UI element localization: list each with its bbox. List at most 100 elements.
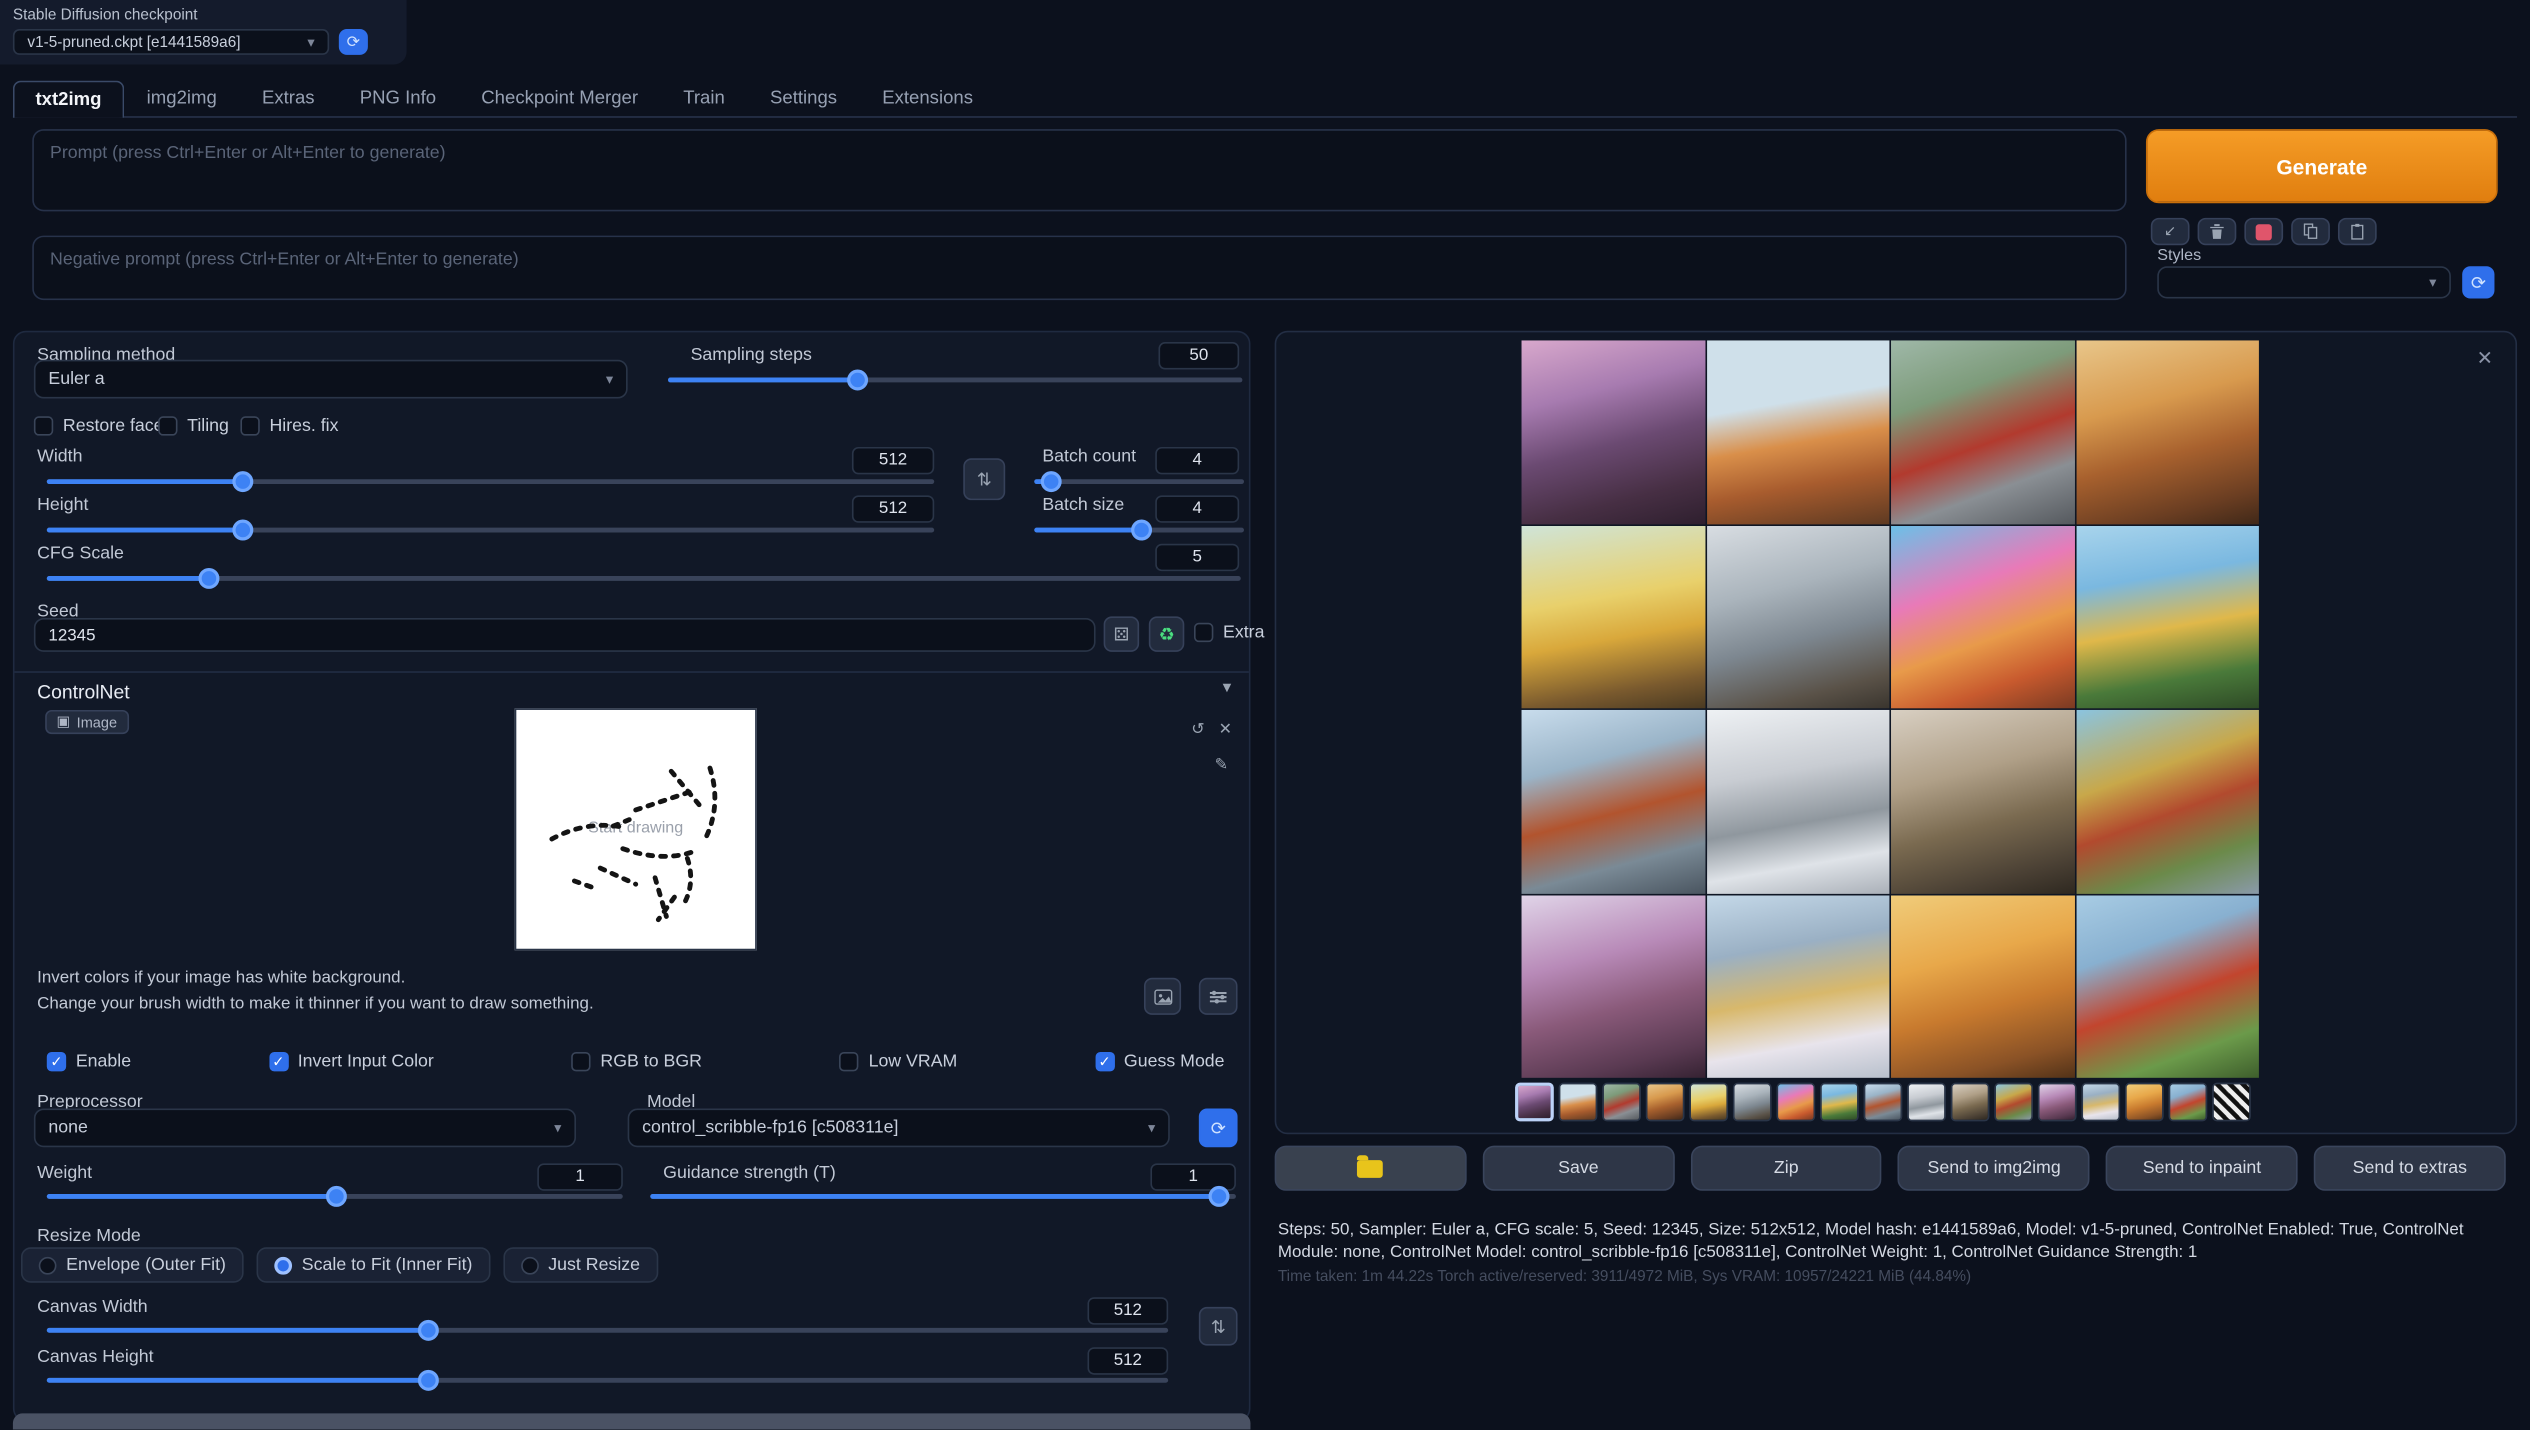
script-section-collapsed[interactable] (13, 1413, 1251, 1429)
gallery-image[interactable] (1706, 710, 1889, 893)
gallery-image[interactable] (1891, 710, 2074, 893)
preprocessor-select[interactable]: none ▾ (34, 1108, 576, 1147)
random-seed-button[interactable]: ⚄ (1104, 616, 1139, 651)
styles-select[interactable]: ▾ (2157, 266, 2451, 298)
send-to-extras-button[interactable]: Send to extras (2314, 1146, 2506, 1191)
checkbox-guess-mode[interactable]: ✓Guess Mode (1095, 1052, 1225, 1071)
tab-Extensions[interactable]: Extensions (860, 79, 996, 116)
sampling-steps-value[interactable] (1158, 341, 1239, 368)
checkpoint-refresh-button[interactable]: ⟳ (339, 29, 368, 55)
gallery-image[interactable] (1522, 710, 1705, 893)
gallery-thumbnail[interactable] (1515, 1083, 1554, 1122)
tab-Settings[interactable]: Settings (747, 79, 859, 116)
canvas-settings-button[interactable] (1199, 978, 1238, 1015)
tiling-checkbox[interactable]: Tiling (158, 416, 229, 435)
sampling-method-select[interactable]: Euler a ▾ (34, 360, 628, 399)
radio-scale-to-fit-inner-fit-[interactable]: Scale to Fit (Inner Fit) (257, 1247, 491, 1282)
batch-size-slider[interactable] (1034, 518, 1244, 541)
gallery-thumbnail[interactable] (1864, 1083, 1903, 1122)
gallery-image[interactable] (1891, 340, 2074, 523)
delete-style-button[interactable] (2244, 218, 2283, 245)
controlnet-collapse-button[interactable]: ▼ (1220, 679, 1234, 695)
controlnet-model-select[interactable]: control_scribble-fp16 [c508311e] ▾ (628, 1108, 1170, 1147)
canvas-height-slider[interactable] (47, 1368, 1168, 1391)
gallery-image[interactable] (2076, 525, 2259, 708)
canvas-undo-button[interactable]: ↺ (1188, 720, 1209, 741)
tab-txt2img[interactable]: txt2img (13, 81, 124, 118)
gallery-image[interactable] (1522, 340, 1705, 523)
gallery-thumbnail[interactable] (1820, 1083, 1859, 1122)
reuse-seed-button[interactable]: ♻ (1149, 616, 1184, 651)
gallery-thumbnail[interactable] (1733, 1083, 1772, 1122)
gallery-thumbnail[interactable] (2212, 1083, 2251, 1122)
gallery-thumbnail[interactable] (2081, 1083, 2120, 1122)
checkbox-enable[interactable]: ✓Enable (47, 1052, 131, 1071)
sampling-steps-slider[interactable] (668, 368, 1242, 391)
send-to-inpaint-button[interactable]: Send to inpaint (2106, 1146, 2298, 1191)
cfg-scale-slider[interactable] (47, 566, 1241, 589)
tab-Extras[interactable]: Extras (239, 79, 337, 116)
save-style-button[interactable] (2338, 218, 2377, 245)
gallery-thumbnail[interactable] (1559, 1083, 1598, 1122)
tab-PNG Info[interactable]: PNG Info (337, 79, 459, 116)
tab-Checkpoint Merger[interactable]: Checkpoint Merger (459, 79, 661, 116)
batch-count-slider[interactable] (1034, 470, 1244, 493)
generate-button[interactable]: Generate (2146, 129, 2498, 203)
zip-button[interactable]: Zip (1690, 1146, 1882, 1191)
checkbox-invert-input-color[interactable]: ✓Invert Input Color (269, 1052, 434, 1071)
gallery-thumbnail[interactable] (2038, 1083, 2077, 1122)
weight-slider[interactable] (47, 1184, 623, 1207)
gallery-thumbnail[interactable] (1689, 1083, 1728, 1122)
tab-img2img[interactable]: img2img (124, 79, 239, 116)
gallery-image[interactable] (2076, 895, 2259, 1078)
send-to-img2img-button[interactable]: Send to img2img (1898, 1146, 2090, 1191)
guidance-strength-slider[interactable] (650, 1184, 1236, 1207)
canvas-clear-button[interactable]: ✕ (1215, 720, 1236, 741)
gallery-thumbnail[interactable] (1994, 1083, 2033, 1122)
save-button[interactable]: Save (1483, 1146, 1675, 1191)
width-slider[interactable] (47, 470, 934, 493)
model-refresh-button[interactable]: ⟳ (1199, 1108, 1238, 1147)
canvas-width-slider[interactable] (47, 1318, 1168, 1341)
upload-image-button[interactable] (1144, 978, 1181, 1015)
paste-params-button[interactable]: ↙ (2151, 218, 2190, 245)
controlnet-image-tab[interactable]: ▣ Image (45, 710, 128, 734)
restore-faces-checkbox[interactable]: Restore faces (34, 416, 173, 435)
gallery-image[interactable] (1522, 895, 1705, 1078)
gallery-image[interactable] (2076, 710, 2259, 893)
height-slider[interactable] (47, 518, 934, 541)
gallery-image[interactable] (1706, 340, 1889, 523)
gallery-thumbnail[interactable] (1951, 1083, 1990, 1122)
gallery-image[interactable] (1891, 525, 2074, 708)
swap-canvas-dims-button[interactable]: ⇅ (1199, 1307, 1238, 1346)
clear-prompt-button[interactable] (2198, 218, 2237, 245)
gallery-thumbnail[interactable] (1646, 1083, 1685, 1122)
canvas-brush-button[interactable]: ✎ (1209, 752, 1235, 778)
gallery-thumbnail[interactable] (2169, 1083, 2208, 1122)
checkpoint-select[interactable]: v1-5-pruned.ckpt [e1441589a6] ▾ (13, 29, 329, 55)
checkbox-rgb-to-bgr[interactable]: RGB to BGR (571, 1052, 702, 1071)
gallery-image[interactable] (2076, 340, 2259, 523)
gallery-image[interactable] (1891, 895, 2074, 1078)
gallery-thumbnail[interactable] (2125, 1083, 2164, 1122)
seed-extra-checkbox[interactable]: Extra (1194, 623, 1264, 642)
hires-fix-checkbox[interactable]: Hires. fix (240, 416, 338, 435)
negative-prompt-input[interactable] (32, 236, 2126, 301)
apply-style-button[interactable] (2291, 218, 2330, 245)
open-folder-button[interactable] (1275, 1146, 1467, 1191)
radio-just-resize[interactable]: Just Resize (503, 1247, 658, 1282)
prompt-input[interactable] (32, 129, 2126, 211)
gallery-thumbnail[interactable] (1602, 1083, 1641, 1122)
tab-Train[interactable]: Train (661, 79, 748, 116)
gallery-image[interactable] (1706, 525, 1889, 708)
radio-envelope-outer-fit-[interactable]: Envelope (Outer Fit) (21, 1247, 244, 1282)
gallery-image[interactable] (1522, 525, 1705, 708)
checkbox-low-vram[interactable]: Low VRAM (840, 1052, 958, 1071)
gallery-thumbnail[interactable] (1907, 1083, 1946, 1122)
swap-width-height-button[interactable]: ⇅ (963, 458, 1005, 500)
close-gallery-button[interactable]: ✕ (2477, 347, 2493, 370)
styles-refresh-button[interactable]: ⟳ (2462, 266, 2494, 298)
gallery-image[interactable] (1706, 895, 1889, 1078)
controlnet-drawing-canvas[interactable]: Start drawing (515, 708, 757, 950)
seed-input[interactable] (34, 618, 1096, 652)
